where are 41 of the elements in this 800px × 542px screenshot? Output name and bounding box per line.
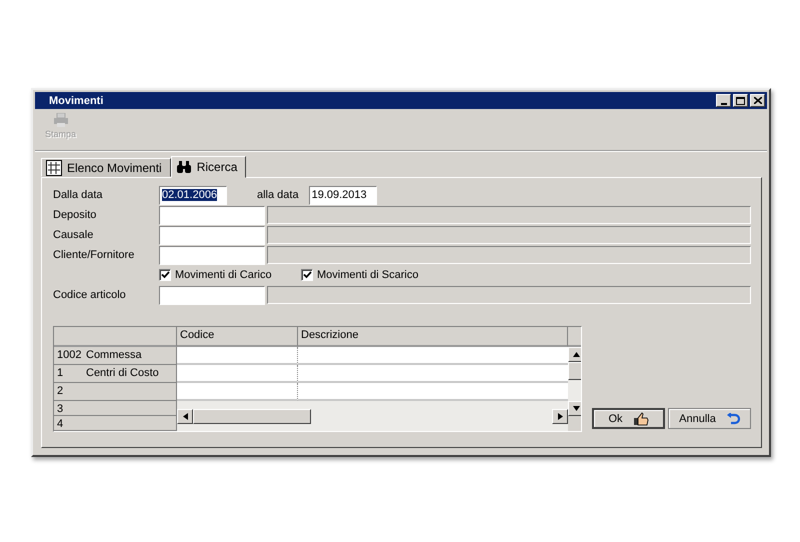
close-button[interactable]	[750, 94, 765, 107]
checkbox[interactable]	[159, 269, 171, 281]
maximize-button[interactable]	[733, 94, 748, 107]
field-label: Cliente/Fornitore	[53, 249, 136, 261]
minimize-icon	[720, 102, 726, 104]
cancel-button[interactable]: Annulla	[668, 408, 751, 429]
date-field[interactable]: 02.01.2006	[159, 186, 227, 204]
row-header: 3	[54, 401, 177, 416]
printer-icon	[52, 113, 69, 127]
minimize-button[interactable]	[716, 94, 731, 107]
input-field[interactable]	[159, 206, 265, 224]
field-label: Causale	[53, 229, 94, 241]
close-icon	[754, 97, 762, 104]
checkbox-label: Movimenti di Scarico	[317, 269, 418, 281]
field-label: alla data	[257, 189, 299, 201]
field-label: Deposito	[53, 209, 98, 221]
tab[interactable]: Elenco Movimenti	[41, 158, 171, 177]
field-label: Codice articolo	[53, 289, 127, 301]
date-field[interactable]: 19.09.2013	[308, 186, 377, 204]
column-header[interactable]: Descrizione	[298, 327, 568, 347]
field-label: Dalla data	[53, 189, 104, 201]
maximize-icon	[736, 96, 745, 104]
window-title: Movimenti	[49, 94, 104, 106]
binoculars-icon	[176, 160, 192, 174]
down-arrow-icon	[572, 406, 580, 411]
input-field[interactable]	[159, 246, 265, 264]
thumbs-up-icon	[632, 412, 649, 426]
undo-arrow-icon	[726, 412, 740, 424]
input-field[interactable]	[159, 286, 265, 304]
column-header[interactable]: Codice	[177, 327, 298, 347]
row-header: 4	[54, 416, 177, 431]
horizontal-scrollbar[interactable]	[177, 401, 568, 431]
vertical-scrollbar[interactable]	[568, 347, 581, 416]
checkbox[interactable]	[301, 269, 313, 281]
up-arrow-icon	[572, 352, 580, 357]
right-arrow-icon	[558, 412, 562, 420]
left-arrow-icon	[182, 412, 188, 420]
checkbox-label: Movimenti di Carico	[175, 269, 272, 281]
ok-button[interactable]: Ok	[592, 408, 665, 429]
input-field[interactable]	[159, 226, 265, 244]
tab[interactable]: Ricerca	[170, 156, 246, 178]
